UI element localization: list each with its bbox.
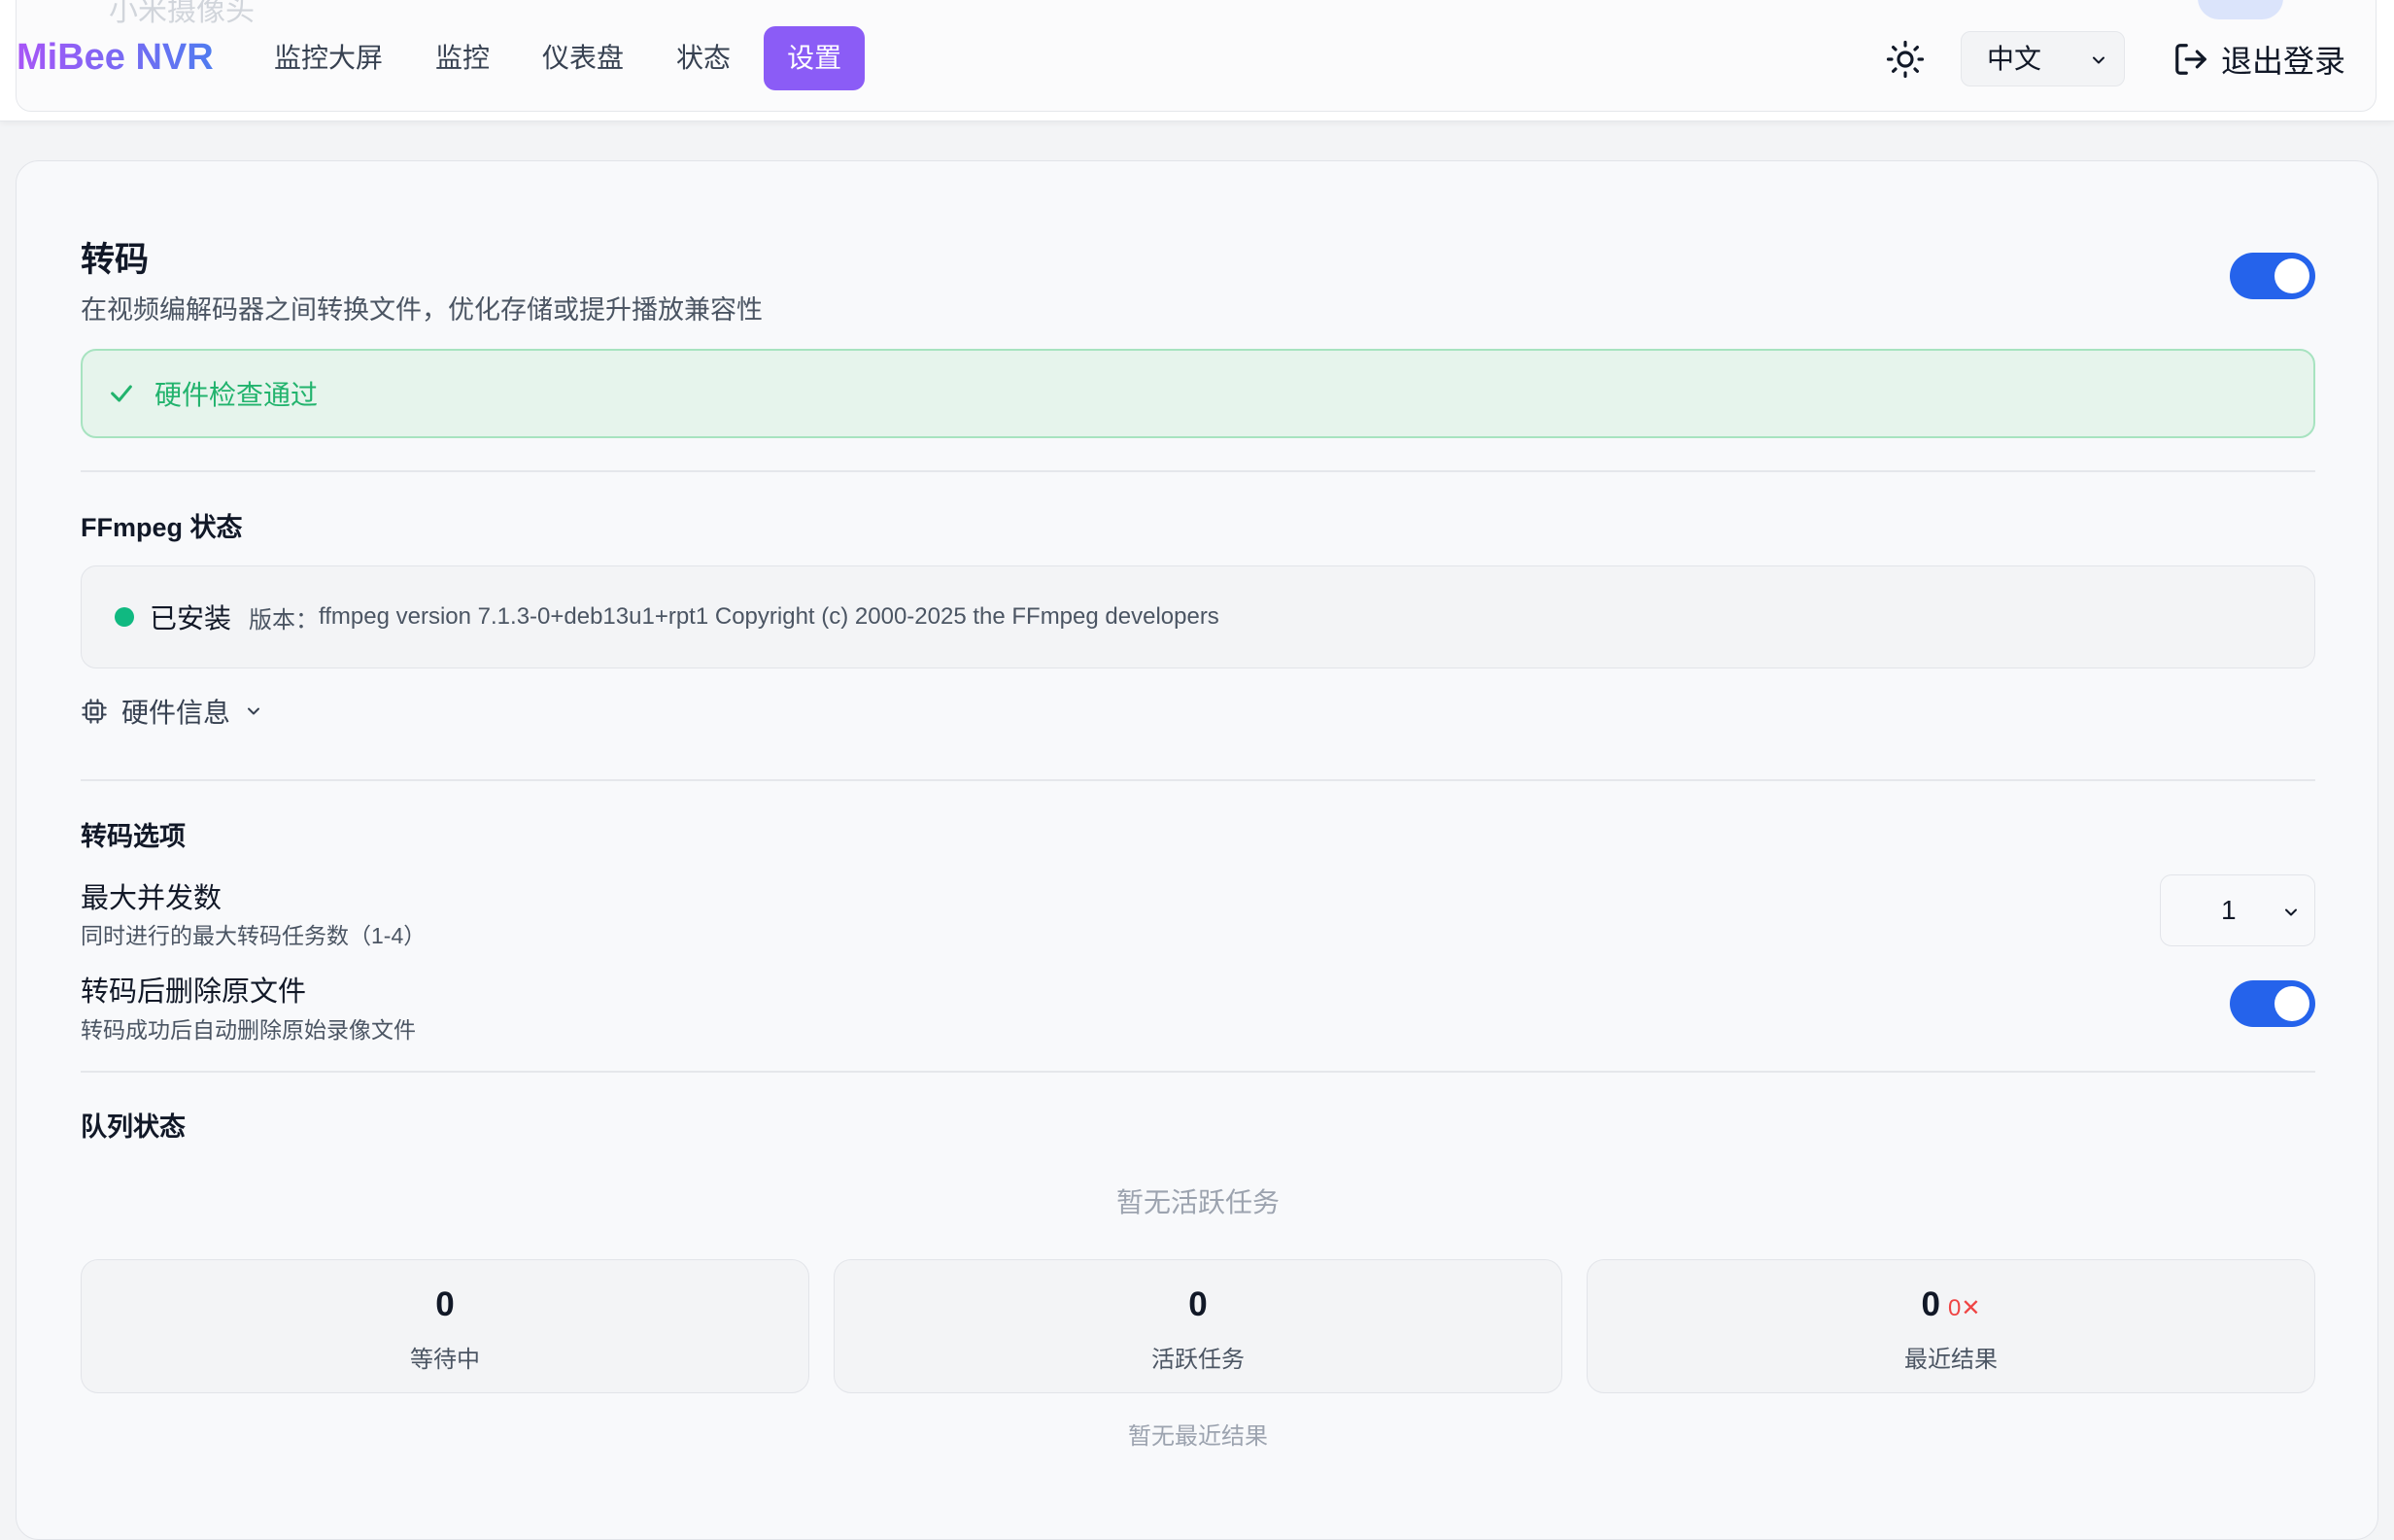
stat-recent-success-value: 0 [1921,1285,1940,1323]
logout-label: 退出登录 [2221,44,2346,79]
stat-recent-label: 最近结果 [1904,1347,1998,1373]
stat-recent-results: 0 0✕ 最近结果 [1587,1259,2315,1393]
logout-button[interactable]: 退出登录 [2172,35,2345,84]
delete-original-label: 转码后删除原文件 [81,976,307,1008]
ffmpeg-status-box: 已安装 版本： ffmpeg version 7.1.3-0+deb13u1+r… [81,565,2315,668]
max-concurrent-description: 同时进行的最大转码任务数（1-4） [81,923,427,948]
queue-status-title: 队列状态 [81,1112,186,1142]
installed-status-dot [115,607,134,627]
ffmpeg-status: 已安装 [150,603,232,633]
stat-active-label: 活跃任务 [1151,1347,1245,1373]
nav-monitor-wall[interactable]: 监控大屏 [255,26,402,90]
stat-active: 0 活跃任务 [834,1259,1562,1393]
stat-pending-label: 等待中 [410,1347,480,1373]
transcode-settings-card: 转码 在视频编解码器之间转换文件，优化存储或提升播放兼容性 硬件检查通过 FFm… [16,160,2378,1540]
hardware-info-toggle[interactable]: 硬件信息 [81,692,263,731]
sun-icon [1886,40,1925,79]
stat-pending-value: 0 [435,1285,455,1323]
max-concurrent-label: 最大并发数 [81,883,222,914]
chevron-down-icon [2285,908,2297,916]
language-value: 中文 [1987,44,2042,74]
hardware-check-text: 硬件检查通过 [154,380,319,410]
app-logo[interactable]: MiBee NVR [17,37,214,79]
stat-recent-value-row: 0 0✕ [1588,1285,2314,1324]
logout-icon [2175,44,2206,75]
no-recent-results-text: 暂无最近结果 [1128,1423,1268,1450]
scrolled-camera-toggle [2198,0,2283,19]
delete-original-toggle[interactable] [2230,980,2315,1027]
ffmpeg-version: ffmpeg version 7.1.3-0+deb13u1+rpt1 Copy… [319,603,1219,630]
max-concurrent-value: 1 [2221,895,2237,925]
ffmpeg-section-title: FFmpeg 状态 [81,513,243,542]
divider [81,1071,2315,1073]
cpu-icon [82,699,107,724]
transcode-title: 转码 [81,241,150,279]
main-nav: 监控大屏 监控 仪表盘 状态 设置 [255,26,866,90]
stat-pending: 0 等待中 [81,1259,809,1393]
divider [81,779,2315,781]
theme-toggle-button[interactable] [1885,39,1926,80]
hardware-check-alert: 硬件检查通过 [81,349,2315,438]
stat-active-value: 0 [1188,1285,1208,1323]
nav-settings[interactable]: 设置 [764,26,866,90]
transcode-description: 在视频编解码器之间转换文件，优化存储或提升播放兼容性 [81,295,763,325]
nav-status[interactable]: 状态 [657,26,750,90]
divider [81,470,2315,472]
no-active-tasks-text: 暂无活跃任务 [1115,1187,1280,1217]
language-select[interactable]: 中文 [1961,31,2125,86]
transcode-options-title: 转码选项 [81,822,186,851]
chevron-down-icon [248,707,260,715]
nav-monitor[interactable]: 监控 [416,26,509,90]
transcode-enable-toggle[interactable] [2230,253,2315,299]
stat-recent-fail-value: 0✕ [1948,1295,1981,1321]
check-icon [111,385,132,402]
max-concurrent-select[interactable]: 1 [2160,874,2315,946]
scrolled-camera-name: 小米摄像头 [109,0,255,27]
nav-dashboard[interactable]: 仪表盘 [523,26,643,90]
hardware-info-label: 硬件信息 [121,698,231,728]
delete-original-description: 转码成功后自动删除原始录像文件 [81,1017,416,1043]
top-navigation-bar: 小米摄像头 MiBee NVR 监控大屏 监控 仪表盘 状态 设置 中文 退出登… [0,0,2394,121]
version-label: 版本： [249,606,320,633]
chevron-down-icon [2093,56,2104,64]
